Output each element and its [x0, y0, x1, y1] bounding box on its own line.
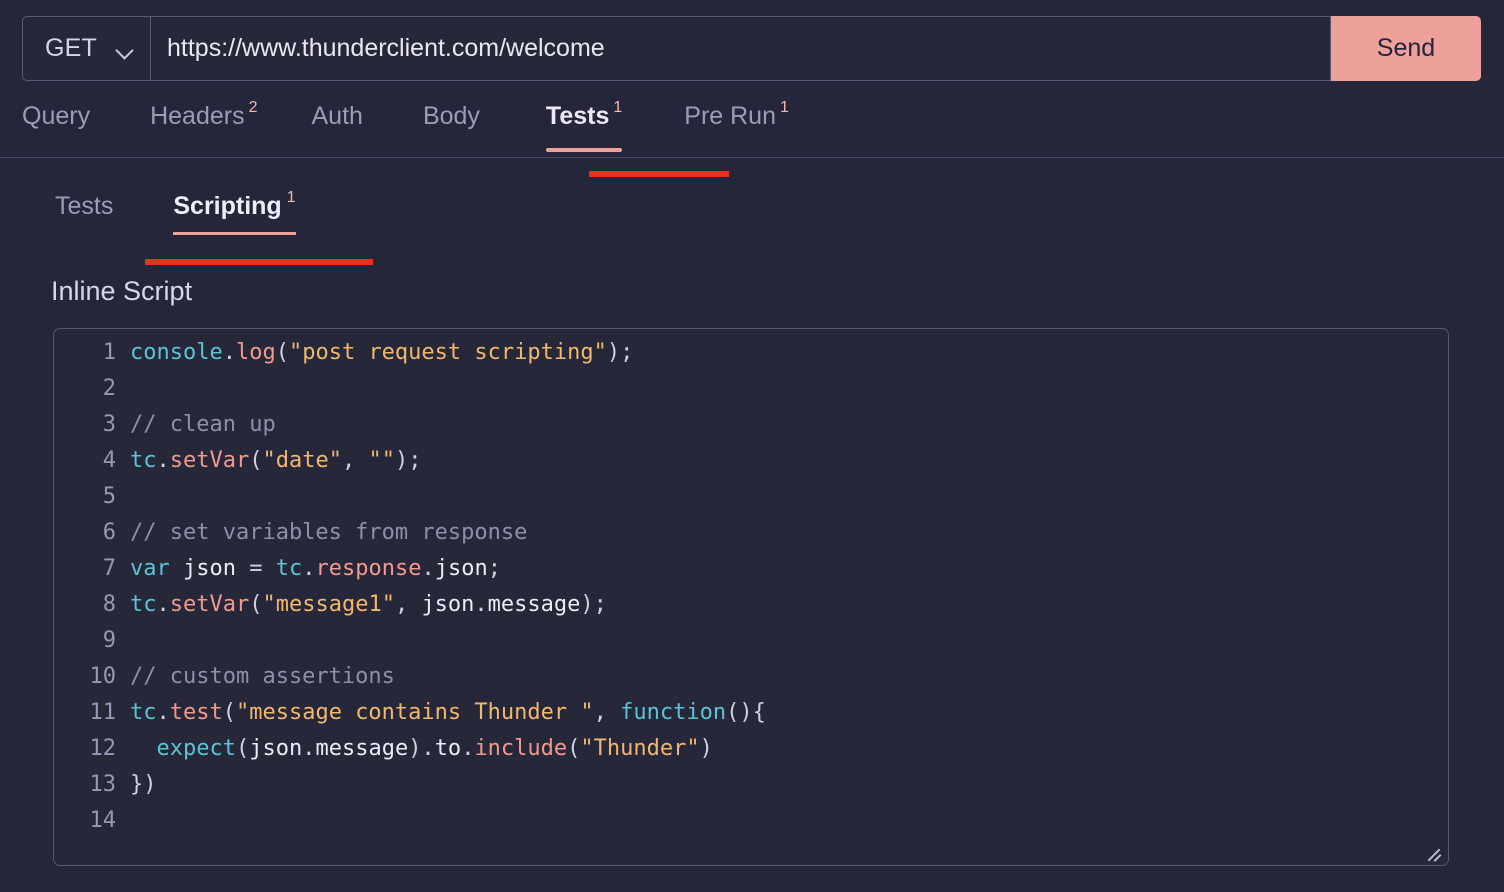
- line-number: 6: [102, 520, 116, 545]
- tab-body[interactable]: Body: [423, 98, 480, 131]
- line-number: 1: [102, 340, 116, 365]
- tab-query-label: Query: [22, 102, 91, 130]
- tab-tests[interactable]: Tests 1: [545, 98, 623, 152]
- code-line[interactable]: 13}): [54, 767, 1448, 803]
- code-line-text: tc.setVar("date", "");: [130, 448, 422, 473]
- code-line[interactable]: 5: [54, 479, 1448, 515]
- annotation-underline-scripting: [145, 259, 373, 265]
- send-button[interactable]: Send: [1331, 16, 1481, 81]
- subtab-scripting[interactable]: Scripting 1: [173, 189, 296, 235]
- tab-headers-badge: 2: [248, 99, 258, 116]
- code-line-text: tc.test("message contains Thunder ", fun…: [130, 700, 766, 725]
- tab-auth[interactable]: Auth: [312, 98, 363, 131]
- code-line[interactable]: 11 tc.test("message contains Thunder ", f…: [54, 695, 1448, 731]
- code-line[interactable]: 1 console.log("post request scripting");: [54, 335, 1448, 371]
- subtab-tests[interactable]: Tests: [55, 192, 113, 221]
- subtab-tests-label: Tests: [55, 192, 114, 220]
- code-line[interactable]: 2: [54, 371, 1448, 407]
- code-line-text: expect(json.message).to.include("Thunder…: [156, 736, 713, 761]
- tab-body-label: Body: [422, 102, 480, 130]
- tab-pre-run-label: Pre Run: [684, 102, 776, 130]
- line-number: 2: [102, 376, 116, 401]
- page-title: Inline Script: [51, 276, 193, 306]
- code-line-text: var json = tc.response.json;: [130, 556, 501, 581]
- line-number: 11: [89, 700, 117, 725]
- tab-pre-run-badge: 1: [780, 99, 789, 116]
- code-line-text: console.log("post request scripting");: [130, 340, 634, 365]
- tab-headers[interactable]: Headers 2: [150, 98, 257, 131]
- tab-query[interactable]: Query: [22, 98, 90, 131]
- line-number: 9: [102, 628, 116, 653]
- http-method-value: GET: [45, 34, 97, 62]
- code-line-text: }): [130, 772, 157, 797]
- tab-pre-run[interactable]: Pre Run 1: [684, 98, 789, 131]
- tab-tests-label: Tests: [545, 102, 610, 130]
- tab-tests-badge: 1: [613, 99, 623, 116]
- line-number: 10: [89, 664, 117, 689]
- code-line[interactable]: 10 // custom assertions: [54, 659, 1448, 695]
- tab-tests-active-indicator: [545, 148, 623, 152]
- tab-auth-label: Auth: [311, 102, 363, 130]
- code-line-text: // set variables from response: [130, 520, 528, 545]
- line-number: 8: [102, 592, 116, 617]
- code-line-text: tc.setVar("message1", json.message);: [130, 592, 607, 617]
- line-number: 3: [102, 412, 116, 437]
- line-number: 12: [89, 736, 117, 761]
- line-number: 4: [102, 448, 116, 473]
- code-line[interactable]: 4 tc.setVar("date", "");: [54, 443, 1448, 479]
- tab-headers-label: Headers: [150, 102, 245, 130]
- code-line[interactable]: 14: [54, 803, 1448, 839]
- code-line[interactable]: 3 // clean up: [54, 407, 1448, 443]
- line-number: 7: [102, 556, 116, 581]
- http-method-select[interactable]: GET: [22, 16, 150, 81]
- line-number: 5: [102, 484, 116, 509]
- code-line-text: // clean up: [130, 412, 276, 437]
- code-line[interactable]: 6 // set variables from response: [54, 515, 1448, 551]
- subtab-scripting-badge: 1: [286, 189, 296, 206]
- line-number: 13: [89, 772, 117, 797]
- url-input[interactable]: [167, 34, 1330, 63]
- code-line-text: // custom assertions: [130, 664, 395, 689]
- code-line[interactable]: 12 expect(json.message).to.include("Thun…: [54, 731, 1448, 767]
- request-url-bar: GET Send: [22, 16, 1481, 81]
- code-line[interactable]: 7 var json = tc.response.json;: [54, 551, 1448, 587]
- code-line[interactable]: 8 tc.setVar("message1", json.message);: [54, 587, 1448, 623]
- url-input-wrapper[interactable]: [150, 16, 1331, 81]
- code-line[interactable]: 9: [54, 623, 1448, 659]
- subtab-scripting-label: Scripting: [173, 192, 282, 220]
- line-number: 14: [89, 808, 117, 833]
- code-lines-container: 1 console.log("post request scripting"); 2…: [54, 329, 1448, 839]
- annotation-underline-tests: [589, 171, 729, 177]
- resize-grip-icon[interactable]: [1424, 842, 1442, 862]
- request-tabs: Query Headers 2 Auth Body Tests 1 Pre Ru…: [0, 98, 1504, 158]
- tests-sub-tabs: Tests Scripting 1: [0, 189, 296, 235]
- inline-script-editor[interactable]: 1 console.log("post request scripting"); 2…: [53, 328, 1449, 866]
- chevron-down-icon: [116, 44, 134, 54]
- subtab-scripting-active-indicator: [173, 232, 296, 235]
